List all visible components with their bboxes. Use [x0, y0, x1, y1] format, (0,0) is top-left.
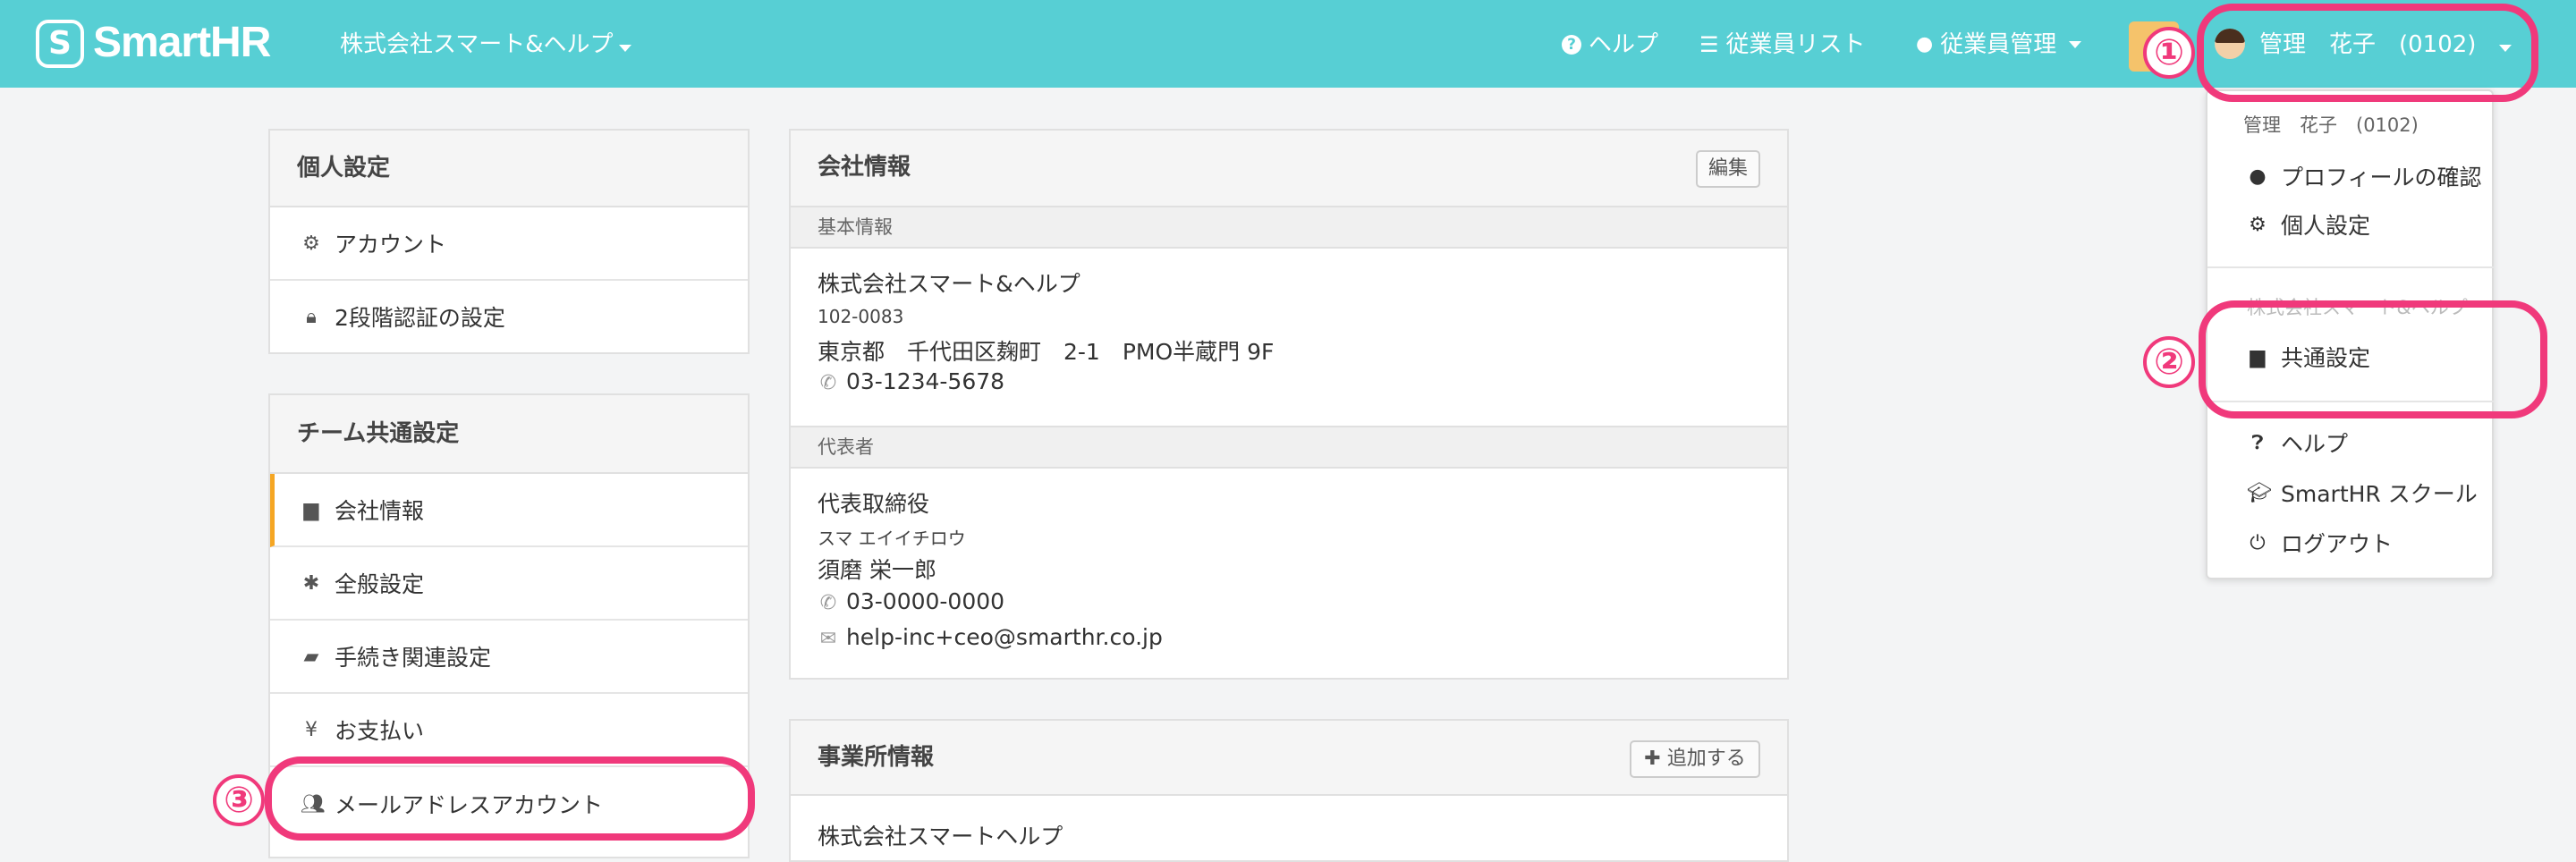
zip-code-value: 102-0083	[818, 306, 904, 327]
help-link[interactable]: ? ヘルプ	[1562, 27, 1658, 63]
question-icon: ❓︎	[2251, 431, 2264, 454]
sidebar-item-label: 2段階認証の設定	[335, 305, 505, 331]
sidebar-item-label: 会社情報	[335, 498, 425, 524]
plus-icon: ✚	[1644, 748, 1661, 770]
question-icon: ?	[1562, 35, 1581, 55]
office-info-header: 事業所情報 ✚ 追加する	[791, 721, 1787, 796]
menu-divider	[2207, 266, 2494, 268]
company-switcher[interactable]: 株式会社スマート&ヘルプ	[340, 27, 631, 63]
basic-info-section: 株式会社スマート&ヘルプ 102-0083 東京都 千代田区麹町 2-1 PMO…	[791, 249, 1787, 426]
sidebar-item-general-settings[interactable]: ✱ 全般設定	[270, 547, 748, 621]
representative-section: 代表取締役 スマ エイイチロウ 須磨 栄一郎 ✆ 03-0000-0000 ✉ …	[791, 469, 1787, 674]
company-info-header: 会社情報 編集	[791, 131, 1787, 206]
company-info-title: 会社情報	[818, 154, 911, 181]
edit-button[interactable]: 編集	[1696, 150, 1760, 188]
highlight-email-accounts	[265, 756, 755, 841]
company-name-value: 株式会社スマート&ヘルプ	[818, 271, 1080, 297]
menu-item-profile[interactable]: ● プロフィールの確認	[2207, 154, 2494, 199]
gear-icon: ⚙	[2249, 213, 2267, 236]
sidebar-item-two-factor[interactable]: 🔒︎ 2段階認証の設定	[270, 281, 748, 352]
chevron-down-icon	[2069, 41, 2082, 48]
employee-management-label: 従業員管理	[1940, 31, 2057, 58]
lock-icon: 🔒︎	[306, 305, 317, 328]
highlight-common-settings	[2199, 300, 2547, 418]
sidebar-item-procedure-settings[interactable]: ▰ 手続き関連設定	[270, 621, 748, 694]
office-info-title: 事業所情報	[818, 744, 935, 771]
menu-item-label: プロフィールの確認	[2281, 165, 2482, 190]
help-label: ヘルプ	[1589, 31, 1659, 58]
user-icon: ●	[1916, 33, 1934, 55]
asterisk-icon: ✱	[302, 571, 320, 595]
employee-list-link[interactable]: ☰ 従業員リスト	[1699, 27, 1866, 63]
team-settings-title: チーム共通設定	[270, 395, 748, 474]
yen-icon: ¥	[305, 718, 318, 741]
rep-kana-value: スマ エイイチロウ	[818, 528, 966, 549]
power-icon: ⏻	[2250, 531, 2266, 554]
sidebar-item-account[interactable]: ⚙ アカウント	[270, 207, 748, 281]
menu-item-label: ログアウト	[2281, 531, 2394, 557]
employee-list-label: 従業員リスト	[1725, 31, 1866, 58]
phone-value: 03-1234-5678	[845, 368, 1005, 394]
basic-info-label: 基本情報	[791, 206, 1787, 249]
add-office-button[interactable]: ✚ 追加する	[1630, 740, 1760, 778]
menu-item-label: 個人設定	[2281, 213, 2371, 239]
phone-icon: ✆	[819, 372, 837, 394]
personal-settings-title: 個人設定	[270, 131, 748, 207]
sidebar-item-label: アカウント	[335, 232, 447, 258]
dropdown-user-label: 管理 花子 (0102)	[2243, 114, 2419, 136]
menu-item-help[interactable]: ❓︎ ヘルプ	[2207, 420, 2494, 465]
personal-settings-card: 個人設定 ⚙ アカウント 🔒︎ 2段階認証の設定	[268, 129, 750, 354]
annotation-number-3: ③	[213, 774, 265, 826]
user-icon: ●	[2249, 165, 2267, 188]
company-info-card: 会社情報 編集 基本情報 株式会社スマート&ヘルプ 102-0083 東京都 千…	[789, 129, 1789, 680]
chevron-down-icon	[618, 45, 631, 52]
gear-icon: ⚙	[302, 232, 320, 255]
annotation-number-2: ②	[2143, 336, 2195, 388]
rep-phone-value: 03-0000-0000	[845, 588, 1005, 614]
add-office-label: 追加する	[1666, 748, 1746, 770]
smarthr-logo-text[interactable]: SmartHR	[93, 16, 271, 70]
building-icon: ▆	[303, 498, 319, 521]
sidebar-item-label: お支払い	[335, 718, 425, 744]
annotation-number-1: ①	[2143, 27, 2195, 79]
graduation-cap-icon: 🎓︎	[2247, 481, 2272, 504]
rep-title-value: 代表取締役	[818, 491, 930, 517]
list-icon: ☰	[1699, 32, 1719, 57]
menu-item-label: SmartHR スクール	[2281, 481, 2478, 507]
phone-icon: ✆	[819, 592, 837, 614]
smarthr-logo-icon[interactable]: S	[36, 20, 84, 68]
address-value: 東京都 千代田区麹町 2-1 PMO半蔵門 9F	[818, 339, 1275, 365]
menu-item-logout[interactable]: ⏻ ログアウト	[2207, 520, 2494, 565]
office-name-value: 株式会社スマートヘルプ	[818, 824, 1063, 849]
company-name: 株式会社スマート&ヘルプ	[340, 31, 614, 58]
sidebar-item-label: 手続き関連設定	[335, 645, 492, 671]
menu-item-smarthr-school[interactable]: 🎓︎ SmartHR スクール	[2207, 470, 2494, 515]
book-icon: ▰	[303, 645, 319, 668]
rep-email-value: help-inc+ceo@smarthr.co.jp	[845, 624, 1163, 650]
envelope-icon: ✉	[819, 628, 837, 650]
rep-name-value: 須磨 栄一郎	[818, 557, 936, 583]
sidebar-item-company-info[interactable]: ▆ 会社情報	[270, 474, 748, 547]
menu-item-label: ヘルプ	[2281, 431, 2349, 457]
employee-management-menu[interactable]: ● 従業員管理	[1916, 27, 2082, 63]
menu-item-personal-settings[interactable]: ⚙ 個人設定	[2207, 202, 2494, 247]
highlight-user-menu	[2197, 4, 2538, 102]
sidebar-item-label: 全般設定	[335, 571, 425, 597]
representative-label: 代表者	[791, 426, 1787, 469]
office-info-card: 事業所情報 ✚ 追加する 株式会社スマートヘルプ	[789, 719, 1789, 862]
